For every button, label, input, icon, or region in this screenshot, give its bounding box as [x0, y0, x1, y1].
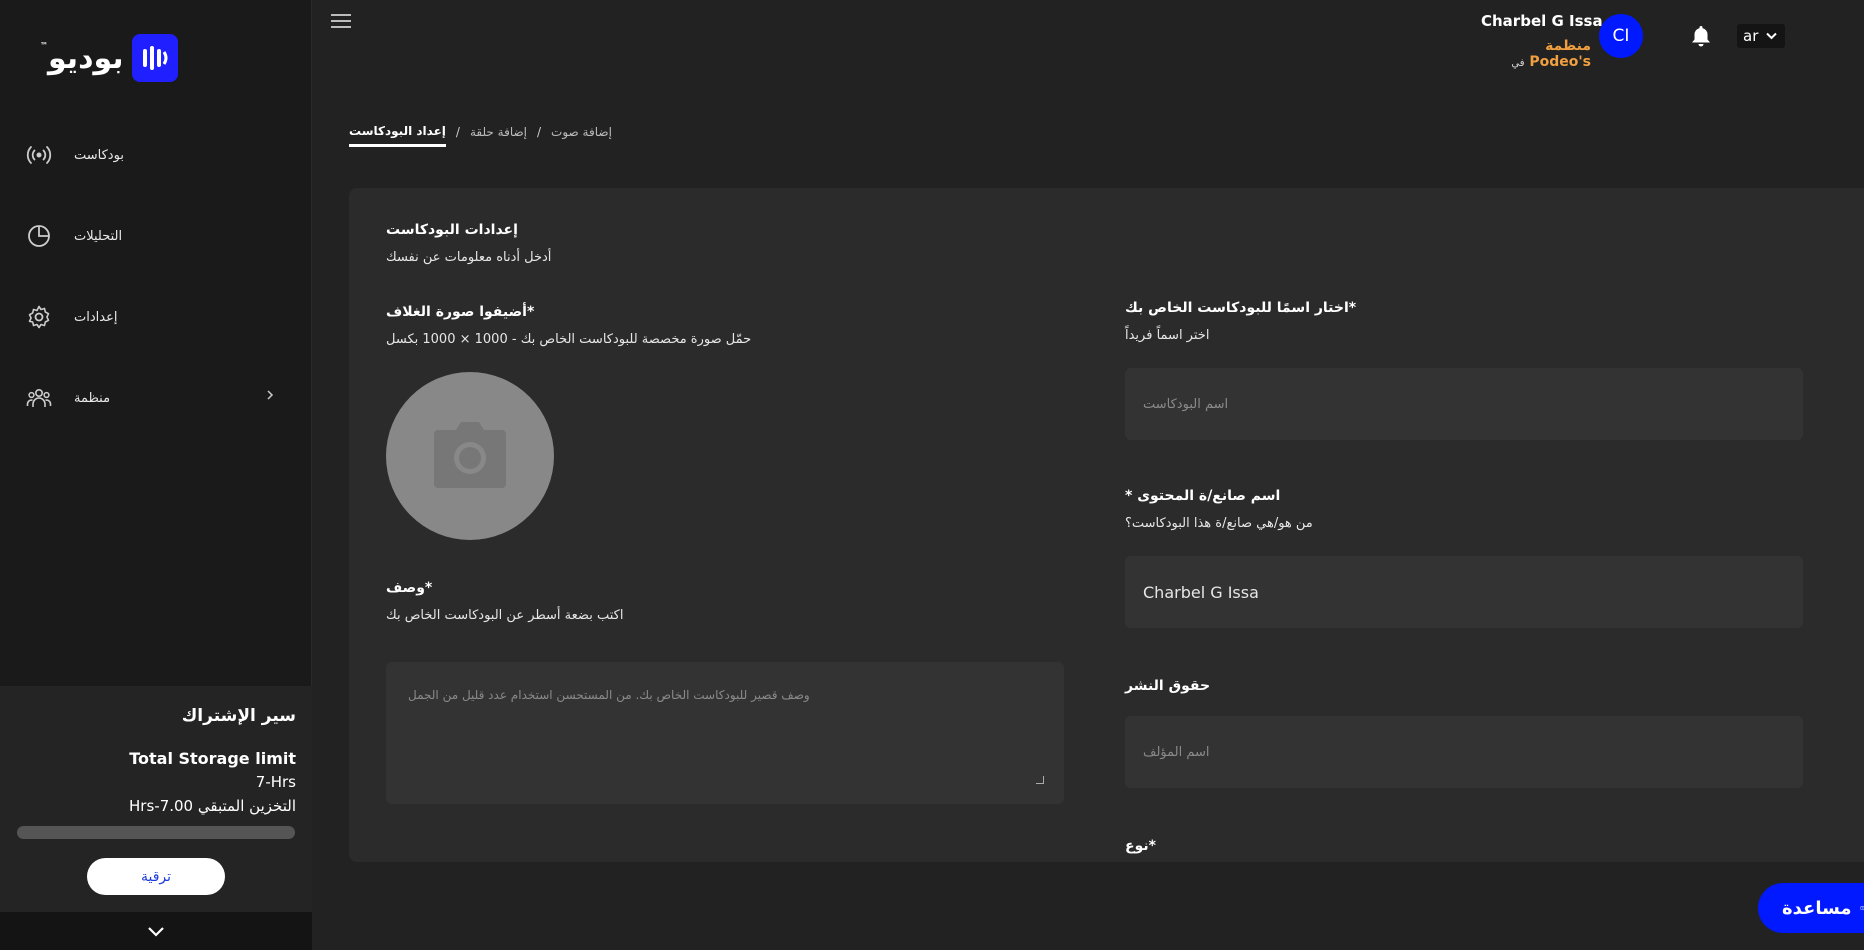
description-title: وصف* [386, 580, 433, 596]
breadcrumb-separator: / [455, 124, 460, 139]
broadcast-icon [26, 146, 52, 164]
help-label: مساعدة [1782, 897, 1852, 919]
sidebar-item-label: بودكاست [74, 147, 124, 163]
logo-text: بوديو [48, 40, 124, 76]
upgrade-button[interactable]: ترقية [87, 858, 225, 895]
resize-handle[interactable] [1036, 776, 1044, 784]
podcast-name-subtitle: اختر اسماً فريداً [1125, 328, 1210, 343]
sidebar-item-label: التحليلات [74, 228, 123, 244]
storage-limit-label: Total Storage limit [129, 749, 296, 768]
language-value: ar [1743, 27, 1759, 45]
cover-image-upload[interactable] [386, 372, 554, 540]
org-prefix: في [1511, 58, 1525, 69]
storage-limit-value: 7-Hrs [255, 773, 296, 791]
tab-add-episode[interactable]: إضافة حلقة [470, 125, 527, 147]
gear-icon [28, 305, 50, 329]
podcast-settings-card: إعدادات البودكاست أدخل أدناه معلومات عن … [349, 188, 1864, 862]
question-icon [1859, 905, 1864, 911]
tab-add-audio[interactable]: إضافة صوت [551, 125, 612, 147]
type-title: نوع* [1125, 838, 1156, 854]
sidebar-item-podcast[interactable]: بودكاست [26, 142, 276, 168]
trademark-symbol: ™ [40, 40, 48, 50]
bell-icon [1692, 26, 1710, 47]
breadcrumb-separator: / [537, 124, 542, 139]
chevron-right-icon [267, 390, 274, 400]
description-subtitle: اكتب بضعة أسطر عن البودكاست الخاص بك [386, 608, 624, 623]
cover-subtitle: حمّل صورة مخصصة للبودكاست الخاص بك - 100… [386, 332, 752, 347]
brand-logo[interactable]: ™بوديو [40, 34, 178, 82]
podcast-name-input[interactable]: اسم البودكاست [1125, 368, 1803, 440]
sidebar-item-label: منظمة [74, 390, 111, 406]
group-icon [26, 389, 52, 407]
sidebar-item-organization[interactable]: منظمة [26, 385, 276, 411]
section-title: إعدادات البودكاست [386, 222, 518, 238]
camera-icon [434, 422, 506, 488]
chevron-down-icon [1766, 32, 1778, 40]
avatar[interactable]: CI [1599, 14, 1643, 58]
creator-subtitle: من هو/هي صانع/ة هذا البودكاست؟ [1125, 516, 1313, 531]
storage-remaining: التخزين المتبقي 7.00-Hrs [129, 797, 296, 815]
copyright-title: حقوق النشر [1125, 678, 1211, 694]
section-subtitle: أدخل أدناه معلومات عن نفسك [386, 250, 552, 265]
chevron-down-icon [148, 927, 164, 937]
copyright-input[interactable]: اسم المؤلف [1125, 716, 1803, 788]
sidebar: ™بوديو بودكاست التحليلات إعدادات منظمة س… [0, 0, 312, 950]
collapse-toggle[interactable] [0, 912, 312, 950]
user-name: Charbel G Issa [1481, 12, 1603, 30]
logo-mark-icon [131, 34, 178, 82]
subscription-title: سير الإشتراك [181, 706, 296, 726]
language-select[interactable]: ar [1737, 24, 1785, 48]
help-button[interactable]: مساعدة [1758, 883, 1864, 933]
hamburger-icon [331, 14, 351, 28]
breadcrumb: إعداد البودكاست / إضافة حلقة / إضافة صوت [349, 124, 612, 147]
subscription-panel: سير الإشتراك Total Storage limit 7-Hrs ا… [0, 686, 312, 912]
cover-title: أضيفوا صورة الغلاف* [386, 304, 535, 320]
creator-title: * اسم صانع/ة المحتوى [1125, 488, 1281, 504]
storage-progress-bar [17, 826, 295, 839]
notifications-button[interactable] [1690, 24, 1712, 52]
organization-name[interactable]: منظمة Podeo's في [1481, 38, 1591, 70]
creator-name-input[interactable]: Charbel G Issa [1125, 556, 1803, 628]
sidebar-item-analytics[interactable]: التحليلات [26, 223, 276, 249]
tab-podcast-setup[interactable]: إعداد البودكاست [349, 124, 446, 147]
menu-toggle-button[interactable] [330, 12, 352, 34]
pie-chart-icon [28, 225, 50, 247]
sidebar-item-label: إعدادات [74, 309, 118, 325]
podcast-name-title: اختار اسمًا للبودكاست الخاص بك* [1125, 300, 1357, 316]
description-placeholder: وصف قصير للبودكاست الخاص بك. من المستحسن… [408, 688, 810, 702]
sidebar-item-settings[interactable]: إعدادات [26, 304, 276, 330]
description-textarea[interactable]: وصف قصير للبودكاست الخاص بك. من المستحسن… [386, 662, 1064, 804]
